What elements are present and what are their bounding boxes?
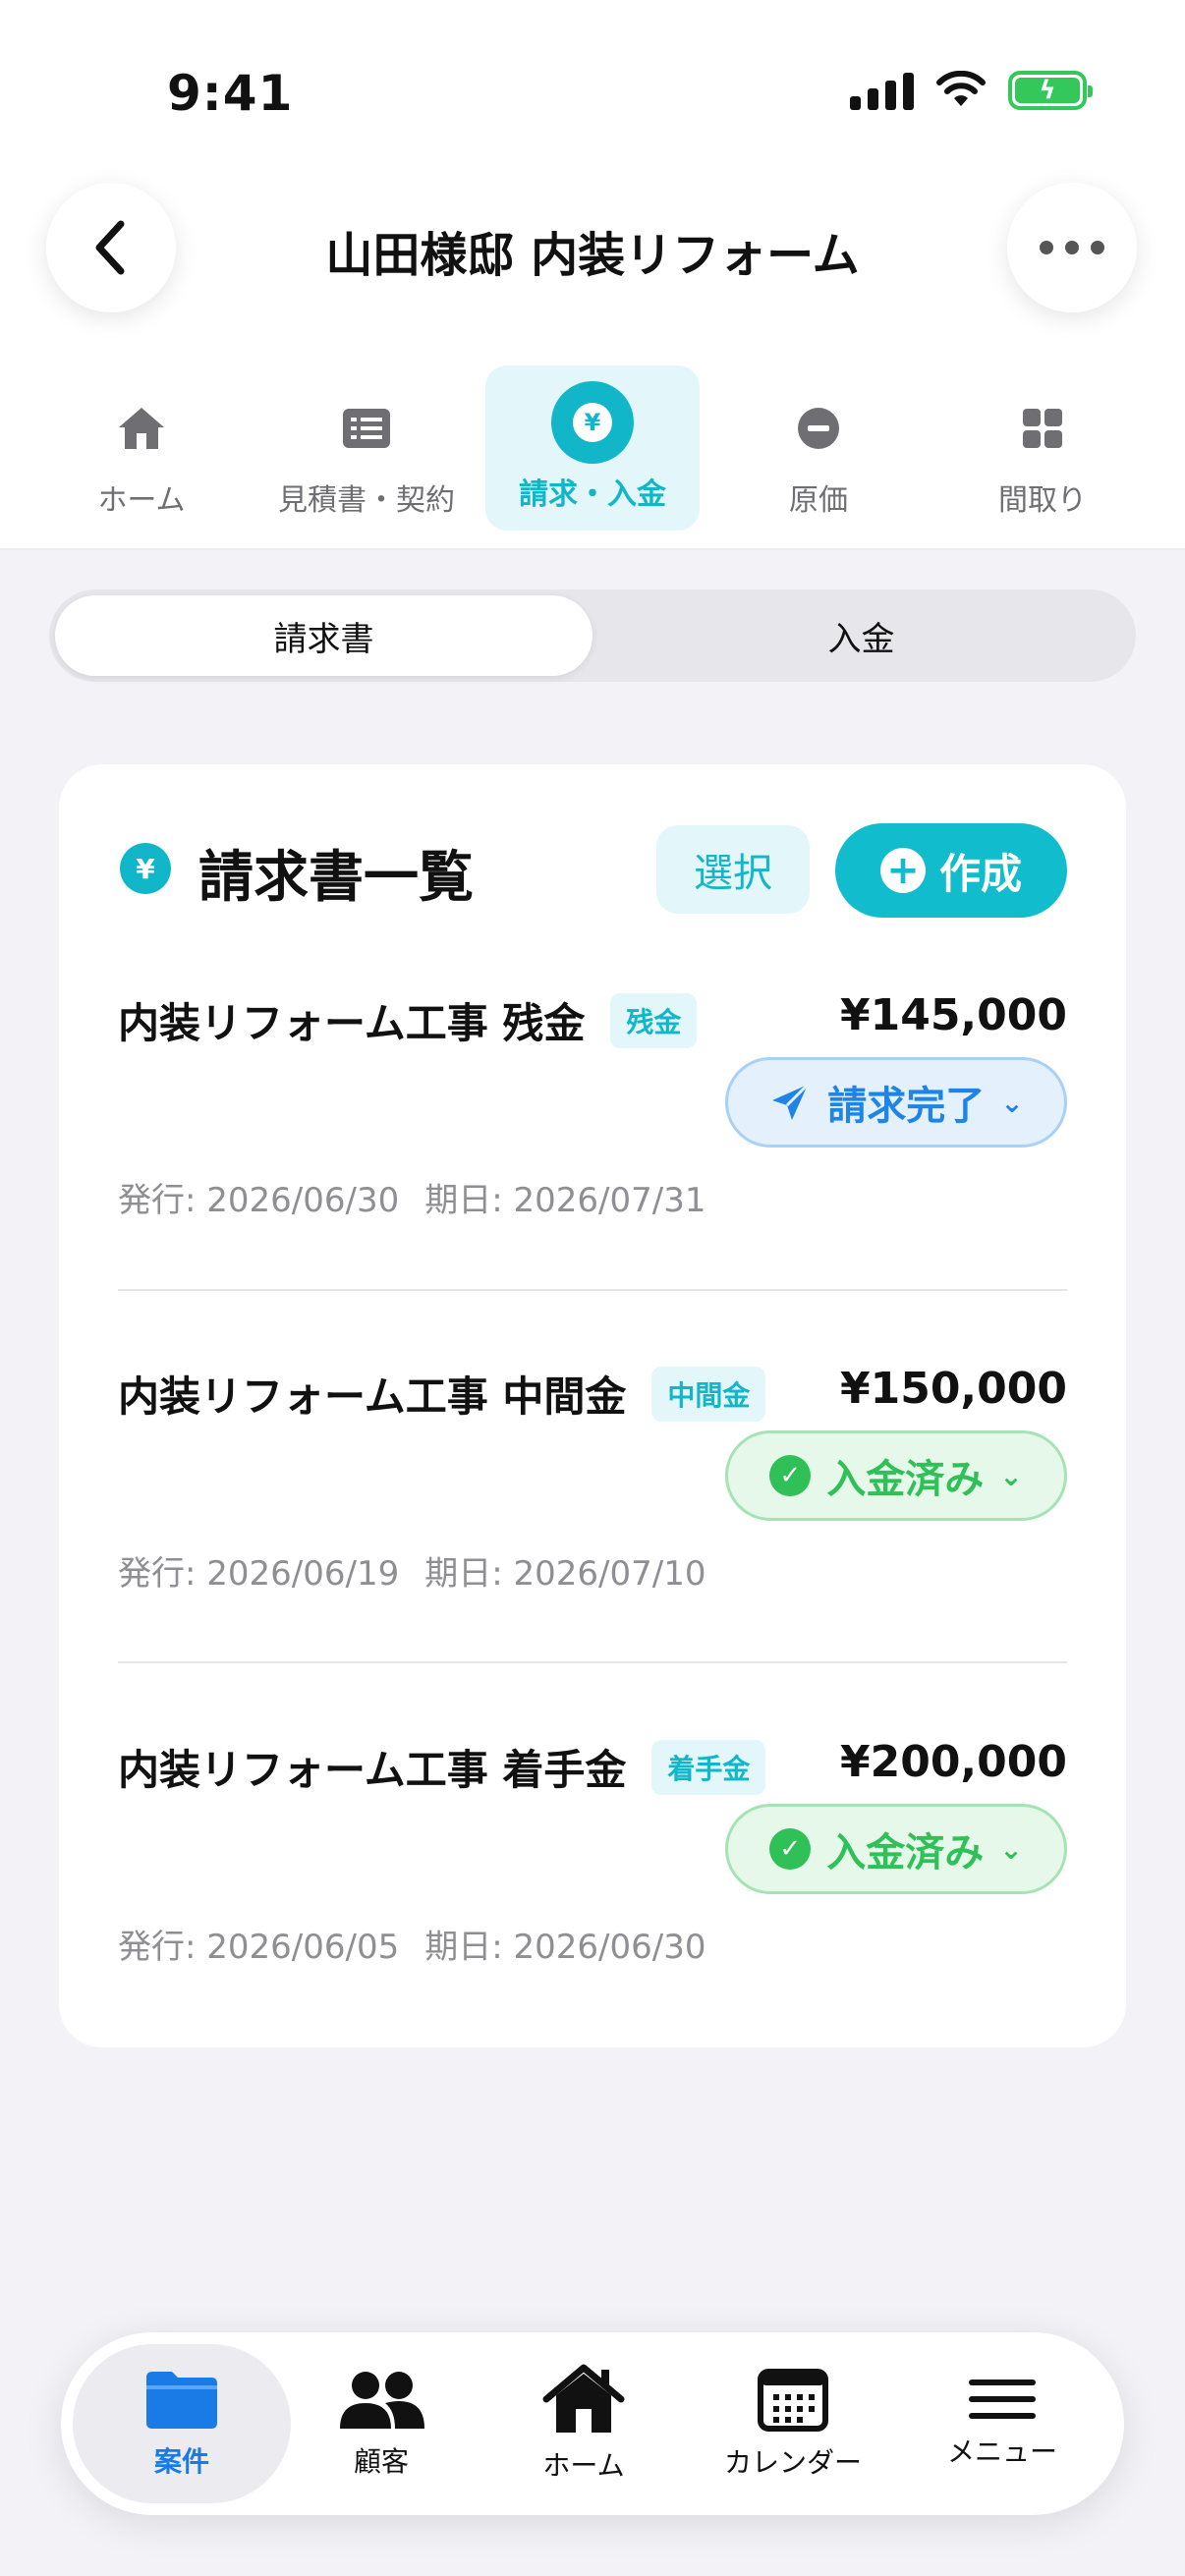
paper-plane-icon (772, 1083, 810, 1120)
status-time: 9:41 (167, 65, 294, 122)
nav-menu[interactable]: メニュー (924, 2344, 1081, 2503)
due-date: 期日: 2026/07/31 (424, 1181, 706, 1220)
invoice-amount: ¥150,000 (839, 1364, 1067, 1414)
invoice-row[interactable]: 内装リフォーム工事 中間金 中間金 ¥150,000 ✓ 入金済み ⌄ 発行: … (118, 1364, 1067, 1658)
nav-label: 顧客 (353, 2445, 409, 2478)
bottom-navigation: 案件 顧客 ホーム カレンダー メニュー (61, 2332, 1124, 2515)
tab-floor-plan[interactable]: 間取り (935, 365, 1150, 531)
tab-label: 原価 (789, 483, 848, 518)
tab-label: 間取り (998, 483, 1087, 518)
due-date: 期日: 2026/06/30 (424, 1928, 706, 1967)
nav-label: ホーム (542, 2449, 625, 2482)
invoice-title: 内装リフォーム工事 残金 (118, 999, 586, 1047)
divider (118, 1289, 1067, 1291)
more-options-button[interactable] (1007, 183, 1137, 312)
create-invoice-button[interactable]: + 作成 (835, 823, 1067, 918)
grid-icon (1015, 401, 1070, 456)
project-tabs: ホーム 見積書・契約 ¥ 請求・入金 原価 間取り (0, 365, 1185, 532)
nav-label: カレンダー (723, 2446, 862, 2479)
segment-payment[interactable]: 入金 (592, 595, 1130, 676)
menu-icon (969, 2380, 1036, 2419)
invoice-amount: ¥200,000 (839, 1737, 1067, 1787)
tab-label: 請求・入金 (519, 477, 666, 512)
invoice-row[interactable]: 内装リフォーム工事 残金 残金 ¥145,000 請求完了 ⌄ 発行: 2026… (118, 990, 1067, 1285)
nav-customers[interactable]: 顧客 (312, 2344, 450, 2503)
yen-icon: ¥ (120, 843, 171, 894)
divider (118, 1661, 1067, 1663)
minus-circle-icon (791, 401, 846, 456)
tab-home[interactable]: ホーム (34, 365, 249, 531)
select-button[interactable]: 選択 (656, 825, 810, 914)
plus-icon: + (879, 848, 926, 893)
top-area: 9:41 ϟ 山田様邸 内装リフォーム ホーム 見積書・契約 ¥ 請求・入金 原… (0, 0, 1185, 550)
invoice-list-card: ¥ 請求書一覧 選択 + 作成 内装リフォーム工事 残金 残金 ¥145,000… (59, 764, 1126, 2047)
battery-charging-icon: ϟ (1008, 71, 1093, 110)
status-label: 請求完了 (827, 1084, 986, 1129)
invoice-dates: 発行: 2026/06/30 期日: 2026/07/31 (118, 1173, 705, 1221)
folder-icon (146, 2372, 217, 2429)
nav-projects[interactable]: 案件 (73, 2344, 291, 2503)
nav-home[interactable]: ホーム (515, 2344, 652, 2503)
nav-label: メニュー (946, 2436, 1057, 2468)
nav-calendar[interactable]: カレンダー (719, 2344, 867, 2503)
due-date: 期日: 2026/07/10 (424, 1554, 706, 1594)
card-title: 請求書一覧 (198, 846, 474, 910)
invoice-amount: ¥145,000 (839, 990, 1067, 1040)
checkmark-circle-icon: ✓ (769, 1455, 812, 1496)
status-label: 入金済み (826, 1457, 985, 1502)
cellular-signal-icon (850, 71, 914, 110)
invoice-type-badge: 中間金 (651, 1366, 766, 1422)
ellipsis-icon (1040, 241, 1104, 254)
invoice-type-badge: 残金 (610, 992, 698, 1048)
tab-label: 見積書・契約 (278, 483, 455, 518)
invoice-payment-segmented-control: 請求書 入金 (49, 589, 1136, 682)
yen-icon: ¥ (551, 381, 634, 464)
issue-date: 発行: 2026/06/05 (118, 1928, 400, 1967)
people-icon (340, 2372, 424, 2429)
chevron-down-icon: ⌄ (999, 1459, 1023, 1492)
invoice-title: 内装リフォーム工事 中間金 (118, 1372, 627, 1421)
status-dropdown[interactable]: 請求完了 ⌄ (725, 1057, 1067, 1148)
invoice-title: 内装リフォーム工事 着手金 (118, 1746, 627, 1794)
chevron-down-icon: ⌄ (1000, 1086, 1024, 1119)
status-icons: ϟ (850, 71, 1093, 110)
tab-estimate-contract[interactable]: 見積書・契約 (259, 365, 474, 531)
issue-date: 発行: 2026/06/30 (118, 1181, 400, 1220)
status-dropdown[interactable]: ✓ 入金済み ⌄ (725, 1430, 1067, 1521)
status-label: 入金済み (826, 1830, 985, 1876)
tab-label: ホーム (97, 483, 186, 518)
checkmark-circle-icon: ✓ (769, 1828, 812, 1870)
document-list-icon (339, 401, 394, 456)
issue-date: 発行: 2026/06/19 (118, 1554, 400, 1594)
wifi-icon (936, 71, 986, 106)
tab-billing-payment[interactable]: ¥ 請求・入金 (485, 365, 700, 531)
calendar-icon (758, 2369, 828, 2432)
house-icon (114, 401, 169, 456)
invoice-dates: 発行: 2026/06/05 期日: 2026/06/30 (118, 1920, 705, 1968)
status-dropdown[interactable]: ✓ 入金済み ⌄ (725, 1804, 1067, 1894)
create-label: 作成 (938, 849, 1022, 898)
invoice-type-badge: 着手金 (651, 1739, 766, 1795)
chevron-down-icon: ⌄ (999, 1832, 1023, 1866)
house-icon (542, 2364, 625, 2433)
nav-label: 案件 (153, 2445, 209, 2478)
segment-invoice[interactable]: 請求書 (55, 595, 592, 676)
tab-cost[interactable]: 原価 (711, 365, 926, 531)
invoice-row[interactable]: 内装リフォーム工事 着手金 着手金 ¥200,000 ✓ 入金済み ⌄ 発行: … (118, 1737, 1067, 2032)
invoice-dates: 発行: 2026/06/19 期日: 2026/07/10 (118, 1546, 705, 1595)
